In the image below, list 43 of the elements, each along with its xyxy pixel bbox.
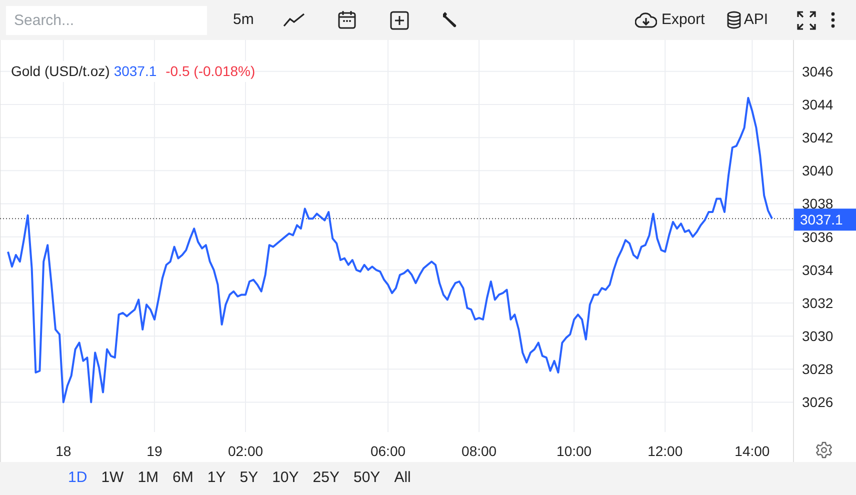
database-icon <box>726 11 741 29</box>
axis-label: 3032 <box>802 294 834 311</box>
axis-label: 3028 <box>802 361 834 378</box>
range-button[interactable]: All <box>388 466 417 492</box>
range-button[interactable]: 1D <box>62 466 94 492</box>
settings-icon[interactable] <box>815 441 833 459</box>
calendar-icon[interactable] <box>336 9 358 31</box>
axis-label: 18 <box>56 443 72 459</box>
axis-label: 10:00 <box>556 443 592 459</box>
price-tag: 3037.1 <box>794 208 856 231</box>
range-button[interactable]: 50Y <box>348 466 386 492</box>
axis-label: 3030 <box>802 328 834 344</box>
axis-label: 3040 <box>802 162 834 179</box>
range-button[interactable]: 6M <box>166 466 200 492</box>
axis-label: 3046 <box>802 63 834 80</box>
fullscreen-icon[interactable] <box>796 10 816 30</box>
range-button[interactable]: 5Y <box>234 466 264 492</box>
export-button[interactable]: Export <box>633 5 707 35</box>
axis-label: 12:00 <box>648 443 683 459</box>
interval-button[interactable]: 5m <box>227 5 260 35</box>
api-button[interactable]: API <box>724 5 770 35</box>
range-button[interactable]: 25Y <box>306 466 346 492</box>
price-change: -0.5 (-0.018%) <box>166 62 256 81</box>
axis-label: 3026 <box>802 394 834 410</box>
axis-label: 3034 <box>802 262 834 278</box>
range-button[interactable]: 10Y <box>266 466 305 492</box>
axis-label: 3044 <box>802 96 834 112</box>
axis-label: 3036 <box>802 228 834 245</box>
instrument-name: Gold (USD/t.oz) <box>11 62 110 81</box>
price-value: 3037.1 <box>114 62 157 81</box>
more-icon[interactable] <box>830 10 836 30</box>
axis-label: 19 <box>146 443 162 459</box>
range-button[interactable]: 1M <box>132 466 165 492</box>
axis-label: 14:00 <box>734 443 770 459</box>
axis-label: 06:00 <box>370 443 406 459</box>
cloud-download-icon <box>635 12 658 28</box>
axis-label: 02:00 <box>228 443 264 459</box>
axis-label: 3042 <box>802 130 834 146</box>
range-button[interactable]: 1Y <box>201 466 232 492</box>
range-button[interactable]: 1W <box>95 466 130 492</box>
axis-label: 08:00 <box>462 443 497 459</box>
add-icon[interactable] <box>390 10 410 30</box>
search-field[interactable]: Search... <box>6 6 207 34</box>
